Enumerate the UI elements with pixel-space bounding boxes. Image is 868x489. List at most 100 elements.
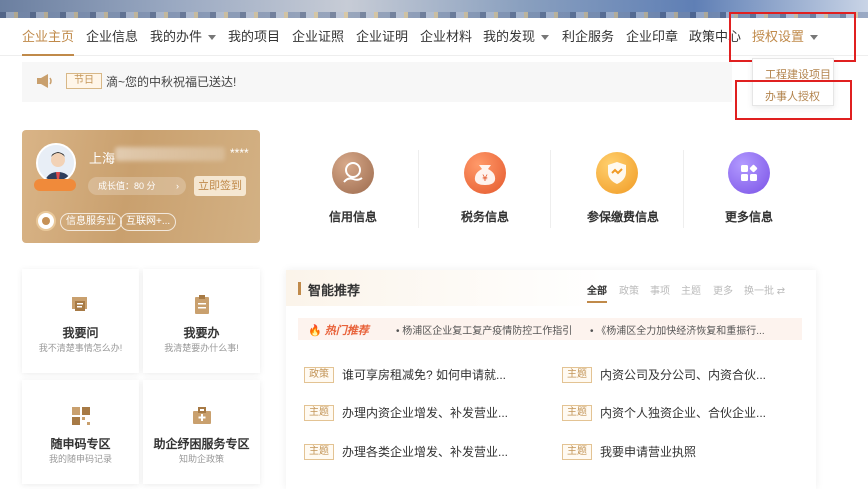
- item-text: 办理各类企业增发、补发营业...: [342, 445, 509, 459]
- item-tag: 政策: [304, 366, 334, 383]
- tab-all[interactable]: 全部: [587, 282, 607, 303]
- section-marker: [298, 282, 301, 295]
- briefcase-icon: [193, 407, 211, 424]
- tab-more[interactable]: 更多: [713, 282, 733, 297]
- hot-item[interactable]: • 《杨浦区全力加快经济恢复和重振行...: [590, 322, 765, 337]
- nav-item-home[interactable]: 企业主页: [22, 18, 75, 56]
- medal-icon: [36, 211, 56, 231]
- divider: [418, 150, 419, 228]
- recommendation-item[interactable]: 政策 谁可享房租减免? 如何申请就...: [304, 366, 507, 383]
- tab-matters[interactable]: 事项: [650, 282, 670, 297]
- money-bag-icon: ¥: [464, 152, 506, 194]
- service-tax-info[interactable]: ¥ 税务信息: [455, 152, 515, 225]
- hot-label-text: 热门推荐: [324, 325, 369, 337]
- item-text: 内资公司及分公司、内资合伙...: [600, 368, 767, 382]
- quick-card-subtitle: 知助企政策: [178, 454, 224, 464]
- recommendation-item[interactable]: 主题 办理内资企业增发、补发营业...: [304, 404, 509, 421]
- chat-icon: [72, 297, 87, 311]
- service-label: 参保缴费信息: [587, 210, 660, 224]
- quick-card-apply[interactable]: 我要办 我清楚要办什么事!: [143, 269, 260, 373]
- refresh-batch-button[interactable]: 换一批 ⇄: [744, 282, 785, 297]
- item-text: 我要申请营业执照: [600, 445, 697, 459]
- nav-item-materials[interactable]: 企业材料: [420, 18, 472, 56]
- qr-code-icon: [72, 407, 90, 425]
- hot-label: 🔥 热门推荐: [308, 322, 369, 338]
- service-label: 信用信息: [328, 210, 377, 224]
- quick-card-subtitle: 我清楚要办什么事!: [164, 343, 239, 353]
- divider: [550, 150, 551, 228]
- avatar-badge: [34, 179, 76, 191]
- item-tag: 主题: [304, 443, 334, 460]
- quick-card-subtitle: 我不清楚事情怎么办!: [38, 343, 123, 353]
- hot-item[interactable]: • 杨浦区企业复工复产疫情防控工作指引: [396, 322, 572, 337]
- service-credit-info[interactable]: 信用信息: [323, 152, 383, 225]
- chevron-down-icon: [541, 35, 550, 41]
- quick-card-title: 我要办: [183, 326, 220, 340]
- nav-item-discover[interactable]: 我的发现: [483, 18, 550, 56]
- highlight-box-authorization: [729, 12, 856, 62]
- chevron-right-icon: ›: [176, 181, 179, 191]
- notice-tag: 节日: [66, 73, 102, 89]
- quick-card-ask[interactable]: 我要问 我不清楚事情怎么办!: [22, 269, 139, 373]
- item-tag: 主题: [304, 404, 334, 421]
- recommendation-item[interactable]: 主题 我要申请营业执照: [562, 443, 697, 460]
- nav-item-services[interactable]: 利企服务: [562, 18, 614, 56]
- recommendation-title: 智能推荐: [308, 283, 361, 298]
- quick-card-relief-services[interactable]: 助企纾困服务专区 知助企政策: [143, 380, 260, 484]
- item-tag: 主题: [562, 443, 592, 460]
- nav-item-licenses[interactable]: 企业证照: [292, 18, 344, 56]
- industry-tag[interactable]: 信息服务业: [60, 213, 122, 231]
- sign-in-button[interactable]: 立即签到: [194, 176, 246, 196]
- divider: [683, 150, 684, 228]
- item-text: 谁可享房租减免? 如何申请就...: [342, 368, 507, 382]
- nav-item-certificates[interactable]: 企业证明: [356, 18, 408, 56]
- nav-item-my-projects[interactable]: 我的项目: [228, 18, 280, 56]
- service-label: 税务信息: [460, 210, 509, 224]
- quick-card-subtitle: 我的随申码记录: [48, 454, 112, 464]
- hot-recommendations: 🔥 热门推荐 • 杨浦区企业复工复产疫情防控工作指引 • 《杨浦区全力加快经济恢…: [298, 318, 802, 340]
- tab-policy[interactable]: 政策: [619, 282, 639, 297]
- growth-value[interactable]: 成长值：80 分 ›: [88, 177, 186, 195]
- nav-item-my-cases-label: 我的办件: [150, 29, 203, 44]
- avatar[interactable]: [36, 143, 76, 183]
- item-tag: 主题: [562, 404, 592, 421]
- recommendation-item[interactable]: 主题 内资个人独资企业、合伙企业...: [562, 404, 767, 421]
- item-text: 办理内资企业增发、补发营业...: [342, 406, 509, 420]
- megaphone-icon: [37, 74, 52, 88]
- nav-item-company-info[interactable]: 企业信息: [86, 18, 138, 56]
- company-name-mask: ****: [230, 146, 249, 160]
- highlight-box-agent-authorization: [735, 80, 852, 120]
- notice-bar: 节日 滴~您的中秋祝福已送达!: [22, 62, 732, 102]
- chevron-down-icon: [208, 35, 217, 41]
- svg-text:¥: ¥: [482, 174, 488, 184]
- tab-topics[interactable]: 主题: [681, 282, 701, 297]
- quick-card-title: 助企纾困服务专区: [153, 437, 250, 451]
- notice-text[interactable]: 滴~您的中秋祝福已送达!: [106, 73, 236, 90]
- company-name-redacted: [115, 147, 225, 161]
- growth-value-text: 成长值：80 分: [98, 181, 156, 191]
- item-tag: 主题: [562, 366, 592, 383]
- recommendation-header: [286, 270, 816, 306]
- flame-icon: 🔥: [308, 325, 322, 337]
- recommendation-item[interactable]: 主题 办理各类企业增发、补发营业...: [304, 443, 509, 460]
- recommendation-panel: 智能推荐 全部 政策 事项 主题 更多 换一批 ⇄ 🔥 热门推荐 • 杨浦区企业…: [286, 270, 816, 489]
- grid-icon: [728, 152, 770, 194]
- service-insurance-info[interactable]: 参保缴费信息: [587, 152, 660, 225]
- nav-item-my-cases[interactable]: 我的办件: [150, 18, 217, 56]
- service-label: 更多信息: [724, 210, 773, 224]
- quick-card-title: 我要问: [62, 326, 99, 340]
- quick-card-title: 随申码专区: [50, 437, 111, 451]
- profile-card: 上海 **** 成长值：80 分 › 立即签到 信息服务业 互联网+...: [22, 130, 260, 243]
- shield-icon: [596, 152, 638, 194]
- industry-tag[interactable]: 互联网+...: [120, 213, 177, 231]
- nav-item-seal[interactable]: 企业印章: [626, 18, 678, 56]
- company-name: 上海: [89, 151, 116, 166]
- credit-icon: [332, 152, 374, 194]
- user-avatar-icon: [38, 145, 74, 181]
- recommendation-item[interactable]: 主题 内资公司及分公司、内资合伙...: [562, 366, 767, 383]
- quick-card-suishen-code[interactable]: 随申码专区 我的随申码记录: [22, 380, 139, 484]
- item-text: 内资个人独资企业、合伙企业...: [600, 406, 767, 420]
- nav-item-discover-label: 我的发现: [483, 29, 536, 44]
- service-more-info[interactable]: 更多信息: [719, 152, 779, 225]
- clipboard-icon: [195, 295, 209, 314]
